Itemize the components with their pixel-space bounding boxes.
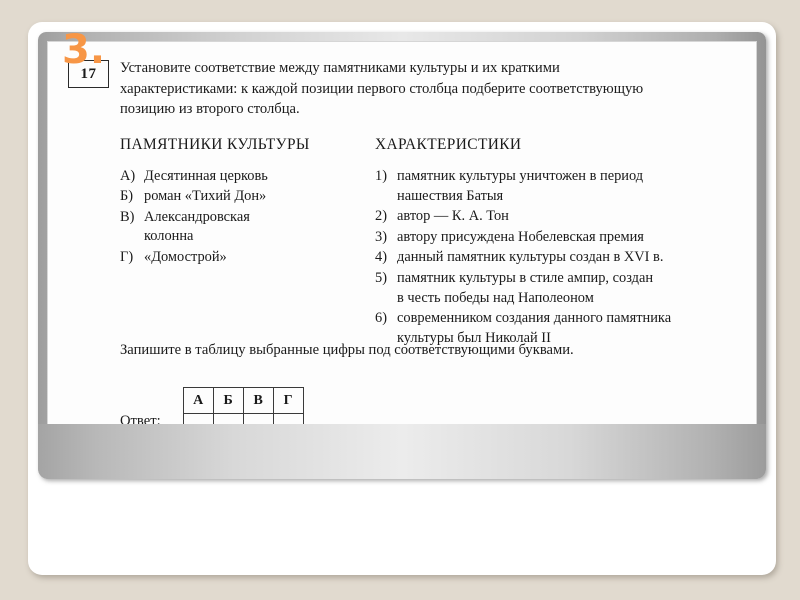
monument-text: Десятинная церковь [144,168,268,184]
monument-text-line-2: колонна [144,228,194,245]
monument-key: Г) [120,248,134,265]
characteristic-text-line-1: памятник культуры уничтожен в период [397,168,644,184]
monument-text-line-1: Александровская [144,208,250,225]
answer-header-cell: Г [272,387,304,414]
monument-item: В) Александровская колонна [120,208,363,247]
characteristic-item: 5) памятник культуры в стиле ампир, созд… [375,269,743,308]
monument-text: Александровская колонна [144,208,363,247]
task-prompt-line-2: характеристиками: к каждой позиции перво… [120,80,644,97]
task-prompt-line-3: позицию из второго столбца. [120,101,300,117]
characteristic-item: 3) автору присуждена Нобелевская премия [375,228,743,248]
task-prompt-line-1: Установите соответствие между памятникам… [120,60,560,76]
characteristic-text-line-2: в честь победы над Наполеоном [397,289,594,306]
characteristic-text-line-1: памятник культуры в стиле ампир, создан [397,269,654,286]
monument-key: А) [120,168,136,184]
characteristic-key: 4) [375,249,387,266]
table-row-headers: А Б В Г [182,387,304,414]
characteristic-item: 4) данный памятник культуры создан в XVI… [375,248,743,268]
characteristic-key: 1) [375,168,387,184]
exam-question-image: 17 Установите соответствие между памятни… [38,32,766,479]
monument-item: Б) роман «Тихий Дон» [120,187,363,206]
monument-key: В) [120,208,135,225]
monument-item: Г) «Домострой» [120,248,363,267]
characteristic-key: 5) [375,269,387,286]
answer-instruction: Запишите в таблицу выбранные цифры под с… [120,342,574,358]
monuments-column: ПАМЯТНИКИ КУЛЬТУРЫ А) Десятинная церковь… [120,136,363,268]
monument-key: Б) [120,188,134,205]
answer-header-cell: Б [212,387,244,414]
slide-number-label: 3. [62,27,106,73]
monuments-column-title: ПАМЯТНИКИ КУЛЬТУРЫ [120,136,310,153]
slide-footer-bar [38,424,766,479]
characteristic-text: памятник культуры уничтожен в период наш… [397,167,743,206]
characteristic-text: данный памятник культуры создан в XVI в. [397,249,664,266]
monument-text: «Домострой» [144,248,227,265]
characteristic-text: автор — К. А. Тон [397,208,509,225]
characteristic-text-line-2: нашествия Батыя [397,187,504,204]
slide-card: 17 Установите соответствие между памятни… [28,22,776,575]
characteristics-column-title: ХАРАКТЕРИСТИКИ [375,136,522,153]
characteristic-text-line-1: современником создания данного памятника [397,310,672,327]
characteristic-text: автору присуждена Нобелевская премия [397,228,644,245]
question-paper: 17 Установите соответствие между памятни… [47,41,757,433]
characteristic-key: 3) [375,228,387,245]
answer-header-cell: В [242,387,274,414]
monument-text: роман «Тихий Дон» [144,188,267,205]
characteristic-item: 1) памятник культуры уничтожен в период … [375,167,743,206]
task-prompt: Установите соответствие между памятникам… [120,58,740,120]
characteristic-key: 2) [375,208,387,225]
characteristic-text: памятник культуры в стиле ампир, создан … [397,269,743,308]
answer-header-cell: А [182,387,214,414]
characteristic-item: 2) автор — К. А. Тон [375,207,743,227]
monument-item: А) Десятинная церковь [120,167,363,186]
characteristics-column: ХАРАКТЕРИСТИКИ 1) памятник культуры унич… [375,136,743,349]
